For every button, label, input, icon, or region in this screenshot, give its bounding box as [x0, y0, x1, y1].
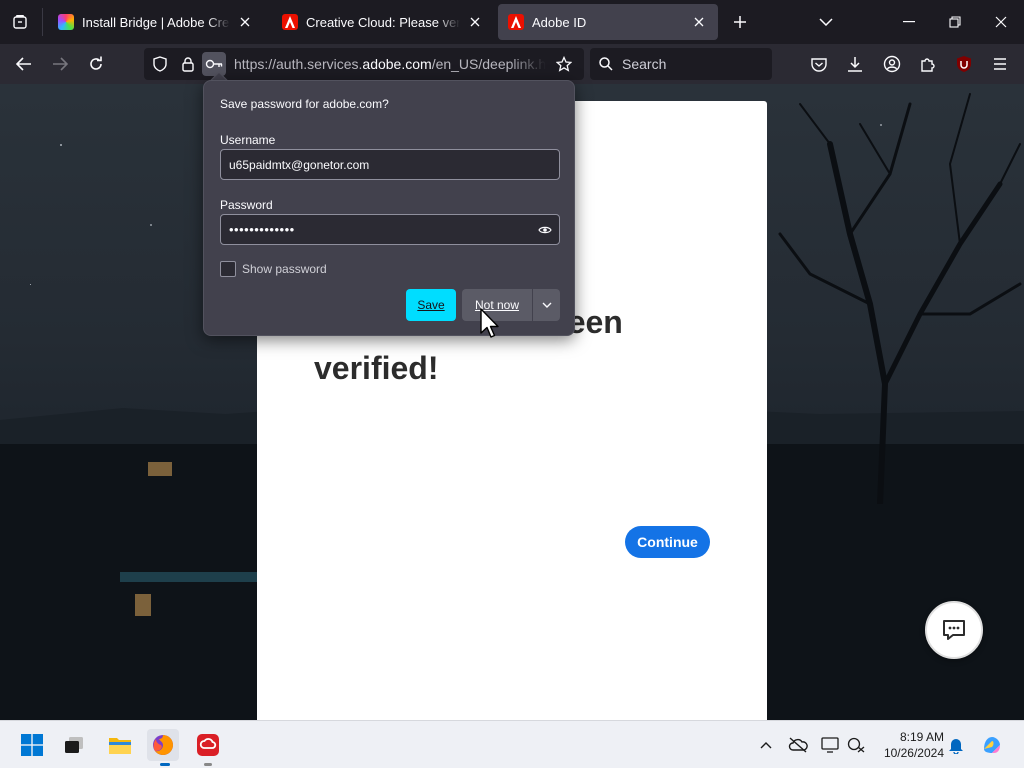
network-disconnected-icon[interactable]: [846, 735, 866, 755]
creative-cloud-icon[interactable]: [192, 729, 224, 761]
firefox-view-icon[interactable]: [4, 6, 36, 38]
popup-title: Save password for adobe.com?: [220, 97, 389, 111]
tab-title: Adobe ID: [532, 14, 587, 30]
new-tab-button[interactable]: [718, 0, 762, 44]
show-password-row[interactable]: Show password: [220, 261, 327, 277]
url-host: adobe.com: [362, 56, 432, 72]
tab-title: Install Bridge | Adobe Creative C: [82, 14, 230, 30]
windows-start-icon[interactable]: [16, 729, 48, 761]
display-icon[interactable]: [820, 735, 840, 755]
password-value: •••••••••••••: [229, 222, 295, 237]
tab-strip: Install Bridge | Adobe Creative C Creati…: [0, 0, 1024, 44]
firefox-icon[interactable]: [147, 729, 179, 761]
username-field[interactable]: u65paidmtx@gonetor.com: [220, 149, 560, 180]
copilot-icon[interactable]: [980, 733, 1004, 757]
more-options-dropdown[interactable]: [533, 289, 560, 321]
onedrive-offline-icon[interactable]: [788, 735, 808, 755]
username-value: u65paidmtx@gonetor.com: [229, 157, 370, 172]
tab-adobe-id[interactable]: Adobe ID: [498, 4, 718, 40]
pool-reflection: [120, 572, 257, 582]
url-bar[interactable]: https://auth.services.adobe.com/en_US/de…: [144, 48, 584, 80]
close-tab-icon[interactable]: [466, 13, 484, 31]
back-arrow-icon[interactable]: [8, 48, 40, 80]
star-decoration: [60, 144, 62, 146]
running-app-indicator: [204, 763, 212, 766]
tracking-protection-shield-icon[interactable]: [148, 52, 172, 76]
extensions-puzzle-icon[interactable]: [912, 48, 944, 80]
system-clock[interactable]: 8:19 AM 10/26/2024: [872, 729, 944, 761]
task-view-icon[interactable]: [58, 729, 90, 761]
navigation-toolbar: https://auth.services.adobe.com/en_US/de…: [0, 44, 1024, 106]
tab-creative-cloud-verify[interactable]: Creative Cloud: Please verify yo: [272, 4, 494, 40]
list-all-tabs-chevron-icon[interactable]: [803, 0, 849, 44]
chat-bubble-icon: [943, 620, 965, 640]
clock-time: 8:19 AM: [899, 730, 944, 744]
minimize-window-button[interactable]: [886, 0, 932, 44]
active-app-indicator: [160, 763, 170, 766]
username-label: Username: [220, 133, 276, 147]
bookmark-star-icon[interactable]: [552, 52, 576, 76]
account-icon[interactable]: [876, 48, 908, 80]
clock-date: 10/26/2024: [883, 746, 944, 760]
restore-window-button[interactable]: [932, 0, 978, 44]
password-key-icon[interactable]: [202, 52, 226, 76]
url-text[interactable]: https://auth.services.adobe.com/en_US/de…: [234, 56, 546, 72]
adobe-favicon-icon: [508, 14, 524, 30]
notification-bell-icon[interactable]: [946, 735, 966, 755]
show-password-checkbox[interactable]: [220, 261, 236, 277]
star-decoration: [150, 224, 152, 226]
password-field[interactable]: •••••••••••••: [220, 214, 560, 245]
window-light: [135, 594, 151, 616]
search-bar[interactable]: Search: [590, 48, 772, 80]
bare-tree-silhouette: [778, 93, 1022, 504]
windows-taskbar: 8:19 AM 10/26/2024: [0, 720, 1024, 768]
ublock-origin-icon[interactable]: [948, 48, 980, 80]
creative-cloud-favicon-icon: [58, 14, 74, 30]
star-decoration: [30, 284, 31, 285]
file-explorer-icon[interactable]: [104, 729, 136, 761]
search-icon: [594, 52, 618, 76]
mouse-pointer-icon: [480, 308, 499, 338]
search-placeholder: Search: [622, 56, 667, 72]
continue-button[interactable]: Continue: [625, 526, 710, 558]
close-tab-icon[interactable]: [690, 13, 708, 31]
pocket-icon[interactable]: [803, 48, 835, 80]
url-prefix: https://auth.services.: [234, 56, 363, 72]
show-hidden-icons-chevron-icon[interactable]: [756, 735, 776, 755]
lock-icon[interactable]: [176, 52, 200, 76]
forward-arrow-icon[interactable]: [44, 48, 76, 80]
window-light: [148, 462, 172, 476]
hamburger-menu-icon[interactable]: [984, 48, 1016, 80]
eye-icon[interactable]: [537, 222, 553, 238]
save-password-popup: Save password for adobe.com? Username u6…: [203, 80, 575, 336]
save-button[interactable]: Save: [406, 289, 456, 321]
close-window-button[interactable]: [978, 0, 1024, 44]
tab-separator: [42, 8, 43, 36]
chevron-down-icon: [542, 302, 551, 308]
close-tab-icon[interactable]: [236, 13, 254, 31]
url-path: /en_US/deeplink.html: [431, 56, 546, 72]
password-label: Password: [220, 198, 273, 212]
tab-title: Creative Cloud: Please verify yo: [306, 14, 460, 30]
tab-install-bridge[interactable]: Install Bridge | Adobe Creative C: [48, 4, 264, 40]
show-password-label[interactable]: Show password: [242, 262, 327, 276]
adobe-favicon-icon: [282, 14, 298, 30]
downloads-icon[interactable]: [839, 48, 871, 80]
chat-support-button[interactable]: [925, 601, 983, 659]
reload-icon[interactable]: [80, 48, 112, 80]
